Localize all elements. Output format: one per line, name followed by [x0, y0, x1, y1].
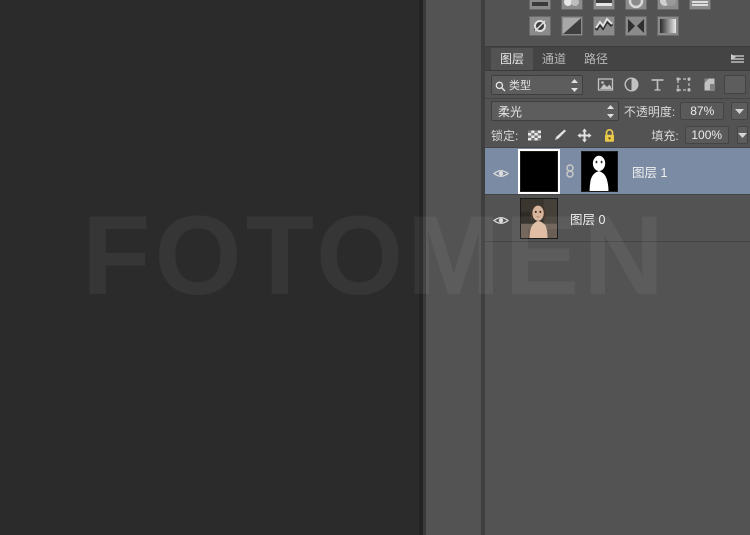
opacity-dropdown-button[interactable]	[731, 102, 748, 120]
layers-panel: 图层 通道 路径 类型 柔光 不透明度: 87% 锁定: 填充: 100% 图层…	[485, 47, 750, 535]
opacity-input[interactable]: 87%	[680, 102, 725, 120]
right-panel-dock: 图层 通道 路径 类型 柔光 不透明度: 87% 锁定: 填充: 100% 图层…	[485, 0, 750, 535]
workspace-gutter	[423, 0, 485, 535]
eye-icon	[493, 166, 509, 177]
filter-shape-layers-icon[interactable]	[675, 76, 692, 93]
lock-transparent-pixels-icon[interactable]	[527, 128, 542, 143]
black-white-icon[interactable]	[561, 16, 583, 36]
layer-list: 图层 1 图层 0	[485, 148, 750, 242]
chevron-updown-icon	[571, 78, 578, 92]
layer-thumbnail[interactable]	[520, 197, 558, 239]
tab-layers[interactable]: 图层	[491, 48, 534, 70]
levels-icon[interactable]	[561, 0, 583, 10]
panel-tab-bar: 图层 通道 路径	[485, 47, 750, 71]
curves-icon[interactable]	[593, 0, 615, 10]
channel-mixer-icon[interactable]	[625, 16, 647, 36]
lock-position-icon[interactable]	[577, 128, 592, 143]
layer-kind-select[interactable]: 类型	[491, 74, 583, 95]
fill-value: 100%	[691, 128, 723, 142]
lock-image-pixels-icon[interactable]	[552, 128, 567, 143]
vibrance-icon[interactable]	[657, 0, 679, 10]
layer-filter-icons	[597, 76, 718, 93]
layer-filter-row: 类型	[485, 71, 750, 99]
gutter-shadow	[423, 0, 426, 535]
blend-mode-select[interactable]: 柔光	[491, 101, 619, 121]
filter-enable-toggle[interactable]	[724, 75, 746, 94]
photoshop-window: 图层 通道 路径 类型 柔光 不透明度: 87% 锁定: 填充: 100% 图层…	[0, 0, 750, 535]
tab-paths[interactable]: 路径	[575, 48, 618, 70]
layer-mask-thumbnail[interactable]	[581, 150, 618, 192]
opacity-label: 不透明度:	[623, 104, 676, 119]
tab-channels[interactable]: 通道	[533, 48, 576, 70]
filter-pixel-layers-icon[interactable]	[597, 76, 614, 93]
filter-smart-object-icon[interactable]	[701, 76, 718, 93]
lock-row: 锁定: 填充: 100%	[485, 123, 750, 148]
panel-menu-icon[interactable]	[730, 52, 748, 66]
layer-thumbnail[interactable]	[520, 150, 558, 192]
gradient-map-icon[interactable]	[657, 16, 679, 36]
hue-saturation-icon[interactable]	[689, 0, 711, 10]
table-row[interactable]: 图层 0	[485, 195, 750, 242]
lock-icons	[527, 128, 617, 143]
blend-mode-value: 柔光	[498, 104, 523, 119]
fill-dropdown-button[interactable]	[736, 126, 748, 144]
layer-visibility-toggle[interactable]	[485, 213, 517, 224]
opacity-value: 87%	[690, 104, 715, 118]
photo-filter-icon[interactable]	[593, 16, 615, 36]
layer-thumbnails	[520, 197, 558, 239]
fill-label: 填充:	[651, 128, 679, 143]
search-icon	[495, 79, 506, 92]
layer-name[interactable]: 图层 0	[570, 209, 605, 228]
layer-thumbnails	[517, 150, 618, 192]
adjustments-row-top	[485, 0, 750, 10]
adjustments-row-bottom	[485, 16, 750, 36]
color-balance-icon[interactable]	[529, 16, 551, 36]
blend-mode-row: 柔光 不透明度: 87%	[485, 99, 750, 123]
fill-input[interactable]: 100%	[684, 126, 729, 144]
lock-label: 锁定:	[491, 128, 519, 143]
lock-all-icon[interactable]	[602, 128, 617, 143]
layer-visibility-toggle[interactable]	[485, 166, 517, 177]
exposure-icon[interactable]	[625, 0, 647, 10]
brightness-contrast-icon[interactable]	[529, 0, 551, 10]
document-canvas[interactable]	[0, 0, 419, 535]
chevron-updown-icon	[606, 105, 614, 118]
layer-name[interactable]: 图层 1	[632, 162, 667, 181]
filter-type-layers-icon[interactable]	[649, 76, 666, 93]
table-row[interactable]: 图层 1	[485, 148, 750, 195]
layer-kind-label: 类型	[509, 79, 531, 92]
eye-icon	[493, 213, 509, 224]
layer-mask-link-icon[interactable]	[564, 164, 576, 178]
adjustments-panel	[485, 0, 750, 47]
filter-adjustment-layers-icon[interactable]	[623, 76, 640, 93]
